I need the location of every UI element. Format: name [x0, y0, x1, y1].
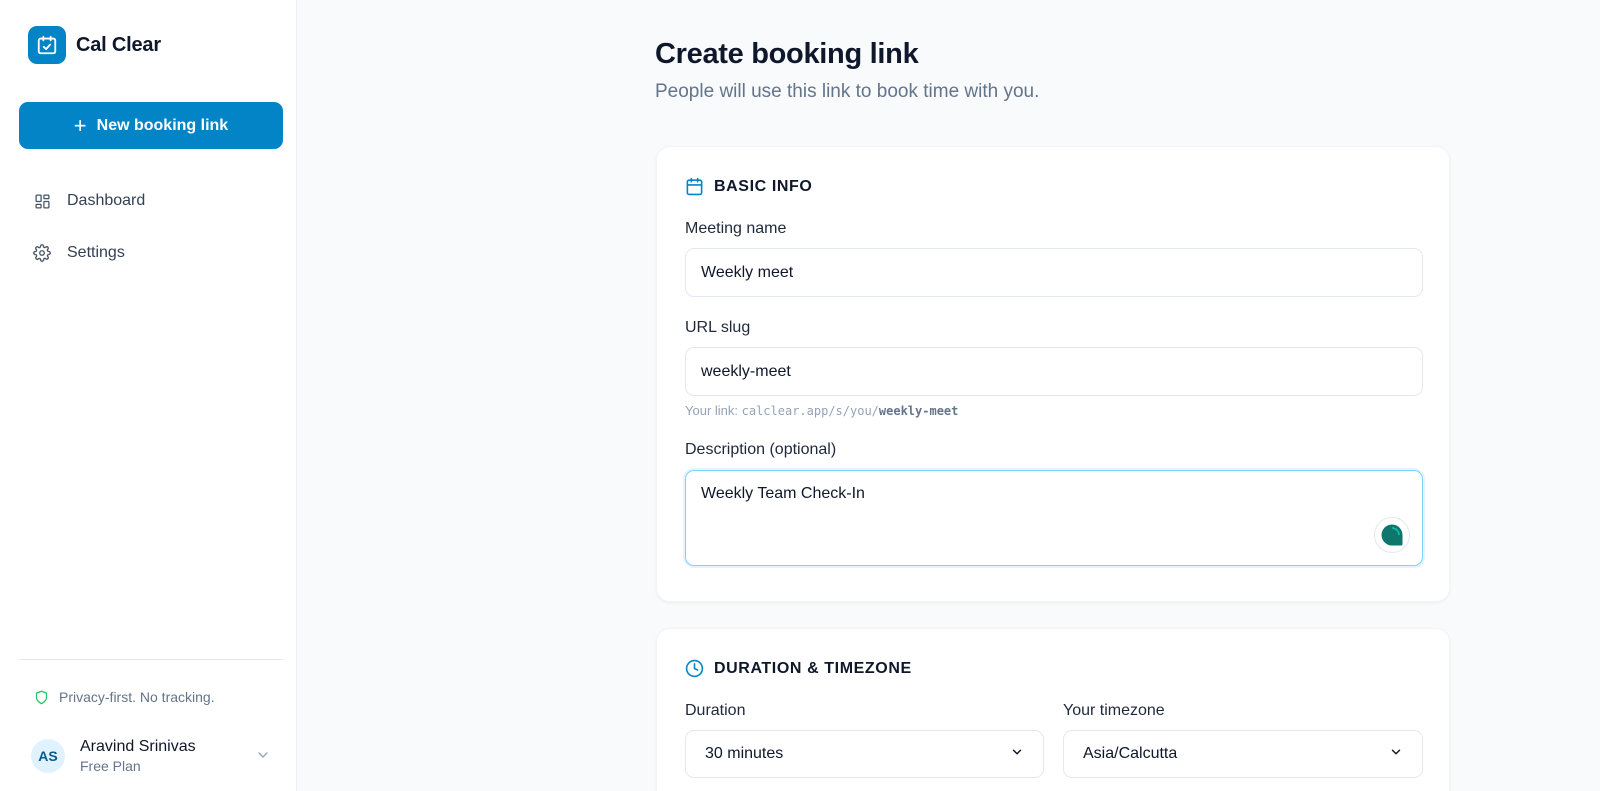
shield-icon [34, 690, 49, 705]
duration-timezone-heading: DURATION & TIMEZONE [685, 659, 912, 678]
chevron-down-icon [1389, 745, 1403, 764]
section-title: DURATION & TIMEZONE [714, 659, 912, 677]
link-preview-prefix: Your link: [685, 403, 738, 418]
timezone-label: Your timezone [1063, 702, 1165, 719]
description-value: Weekly Team Check-In [701, 485, 865, 502]
user-info: Aravind Srinivas Free Plan [80, 738, 196, 774]
duration-timezone-card: DURATION & TIMEZONE Duration 30 minutes … [656, 628, 1450, 791]
chevron-down-icon [255, 747, 271, 768]
page-subtitle: People will use this link to book time w… [655, 81, 1040, 102]
sidebar-divider [19, 659, 283, 660]
writing-assistant-icon[interactable] [1374, 517, 1410, 553]
avatar: AS [31, 739, 65, 773]
meeting-name-label: Meeting name [685, 220, 787, 237]
section-title: BASIC INFO [714, 177, 813, 195]
sidebar-item-dashboard[interactable]: Dashboard [33, 192, 145, 210]
user-name: Aravind Srinivas [80, 738, 196, 755]
user-menu[interactable]: AS Aravind Srinivas Free Plan [31, 738, 271, 774]
clock-icon [685, 659, 704, 678]
plus-icon: + [73, 112, 87, 138]
url-slug-label: URL slug [685, 319, 751, 336]
url-slug-input[interactable]: weekly-meet [685, 347, 1423, 396]
description-label: Description (optional) [685, 441, 837, 458]
calendar-icon [685, 177, 704, 196]
chevron-down-icon [1010, 745, 1024, 764]
basic-info-card: BASIC INFO Meeting name Weekly meet URL … [656, 146, 1450, 602]
brand[interactable]: Cal Clear [28, 26, 161, 64]
sidebar-item-label: Dashboard [67, 192, 146, 209]
privacy-text: Privacy-first. No tracking. [59, 689, 215, 705]
calendar-check-icon [28, 26, 66, 64]
link-preview-base: calclear.app/s/you/ [741, 404, 879, 418]
new-booking-link-button[interactable]: + New booking link [19, 102, 283, 149]
user-plan: Free Plan [80, 758, 141, 774]
sidebar: Cal Clear + New booking link Dashboard S… [0, 0, 297, 791]
duration-label: Duration [685, 702, 746, 719]
timezone-value: Asia/Calcutta [1083, 745, 1178, 762]
app-name: Cal Clear [76, 33, 161, 56]
gear-icon [33, 244, 51, 262]
grid-icon [33, 192, 51, 210]
sidebar-item-settings[interactable]: Settings [33, 244, 125, 262]
basic-info-heading: BASIC INFO [685, 177, 812, 196]
duration-select[interactable]: 30 minutes [685, 730, 1044, 778]
meeting-name-input[interactable]: Weekly meet [685, 248, 1423, 297]
link-preview: Your link: calclear.app/s/you/weekly-mee… [685, 403, 958, 418]
link-preview-url: calclear.app/s/you/weekly-meet [742, 404, 959, 418]
new-booking-link-label: New booking link [96, 116, 229, 134]
page-title: Create booking link [655, 38, 919, 70]
sidebar-item-label: Settings [67, 244, 125, 261]
link-preview-slug: weekly-meet [878, 404, 959, 418]
duration-value: 30 minutes [705, 745, 784, 762]
description-textarea[interactable]: Weekly Team Check-In [685, 470, 1423, 566]
timezone-select[interactable]: Asia/Calcutta [1063, 730, 1423, 778]
privacy-note: Privacy-first. No tracking. [34, 689, 215, 705]
